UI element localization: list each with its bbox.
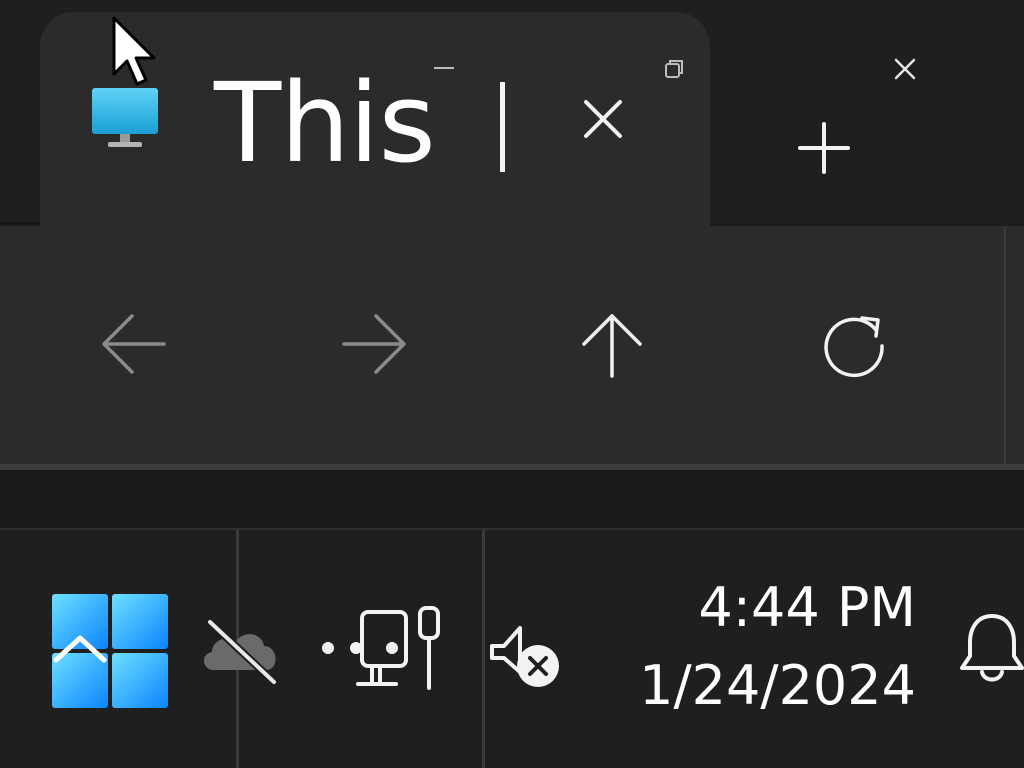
content-gap [0, 470, 1024, 528]
taskbar-separator [482, 530, 485, 768]
window-close-icon[interactable] [888, 52, 922, 86]
network-disconnected-icon[interactable] [316, 604, 446, 696]
plus-icon[interactable] [790, 114, 858, 182]
title-bar-edge [0, 222, 40, 224]
onedrive-offline-icon[interactable] [196, 612, 286, 686]
forward-button[interactable] [334, 304, 414, 384]
volume-muted-icon[interactable] [486, 616, 566, 692]
close-icon[interactable] [570, 86, 636, 152]
windows-start-icon[interactable] [50, 592, 170, 710]
tab-title-text[interactable]: This [214, 58, 436, 188]
refresh-button[interactable] [814, 304, 894, 384]
text-caret [500, 82, 505, 172]
clock-time[interactable]: 4:44 PM [698, 578, 916, 638]
refresh-icon [824, 316, 884, 378]
screen: This 4:44 PM 1/24/2024 [0, 0, 1024, 768]
arrow-right-icon [342, 314, 406, 374]
this-pc-icon [92, 88, 158, 147]
mouse-cursor-icon [112, 16, 156, 86]
notification-bell-icon[interactable] [956, 608, 1024, 688]
back-button[interactable] [94, 304, 174, 384]
restore-icon[interactable] [660, 56, 688, 82]
arrow-left-icon [102, 314, 166, 374]
toolbar-divider [1004, 226, 1006, 466]
minimize-icon[interactable] [428, 58, 460, 78]
arrow-up-icon [582, 314, 642, 378]
up-button[interactable] [572, 304, 652, 384]
clock-date[interactable]: 1/24/2024 [639, 656, 916, 716]
